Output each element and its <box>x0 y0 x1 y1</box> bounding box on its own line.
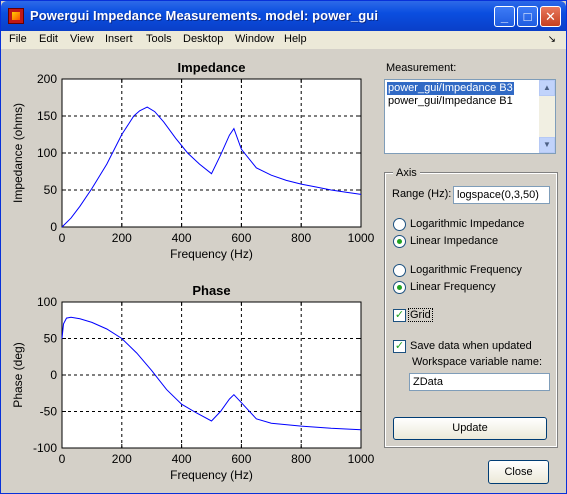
grid-checkbox[interactable]: ✓ <box>393 309 406 322</box>
measurement-item-b1[interactable]: power_gui/Impedance B1 <box>387 95 514 108</box>
menu-tools[interactable]: Tools <box>146 33 172 45</box>
measurement-item-b3[interactable]: power_gui/Impedance B3 <box>387 82 514 95</box>
phase-chart-ytick-label: -100 <box>33 441 57 455</box>
range-input[interactable]: logspace(0,3,50) <box>453 186 550 204</box>
menu-view[interactable]: View <box>70 33 94 45</box>
log-frequency-label: Logarithmic Frequency <box>410 264 522 276</box>
phase-chart-xtick-label: 200 <box>112 452 132 466</box>
close-window-button[interactable]: ✕ <box>540 6 561 27</box>
impedance-chart-ytick-label: 200 <box>37 72 57 86</box>
impedance-chart-ylabel: Impedance (ohms) <box>11 103 25 203</box>
menu-file[interactable]: File <box>9 33 27 45</box>
linear-impedance-radio[interactable] <box>393 235 406 248</box>
measurement-listbox[interactable]: power_gui/Impedance B3 power_gui/Impedan… <box>384 79 556 154</box>
phase-chart-ytick-label: 0 <box>50 368 57 382</box>
grid-label: Grid <box>408 308 433 322</box>
linear-frequency-radio[interactable] <box>393 281 406 294</box>
impedance-chart-ytick-label: 100 <box>37 146 57 160</box>
menu-window[interactable]: Window <box>235 33 274 45</box>
menu-edit[interactable]: Edit <box>39 33 58 45</box>
menu-help[interactable]: Help <box>284 33 307 45</box>
impedance-chart-xlabel: Frequency (Hz) <box>170 247 253 261</box>
workspace-variable-input[interactable]: ZData <box>409 373 550 391</box>
impedance-chart-ytick-label: 50 <box>44 183 58 197</box>
linear-frequency-label: Linear Frequency <box>410 281 496 293</box>
phase-chart-xtick-label: 400 <box>172 452 192 466</box>
log-impedance-label: Logarithmic Impedance <box>410 218 525 230</box>
update-button[interactable]: Update <box>393 417 547 440</box>
log-impedance-radio[interactable] <box>393 218 406 231</box>
axis-group-label: Axis <box>393 167 420 179</box>
phase-chart-ytick-label: 50 <box>44 332 58 346</box>
linear-impedance-label: Linear Impedance <box>410 235 499 247</box>
listbox-scrollbar[interactable]: ▲ ▼ <box>539 80 555 153</box>
workspace-variable-label: Workspace variable name: <box>412 356 543 368</box>
range-label: Range (Hz): <box>392 188 452 200</box>
scroll-down-icon[interactable]: ▼ <box>539 137 555 153</box>
save-data-checkbox[interactable]: ✓ <box>393 340 406 353</box>
title-bar[interactable]: Powergui Impedance Measurements. model: … <box>1 1 566 31</box>
phase-chart-xtick-label: 600 <box>231 452 251 466</box>
impedance-chart-xtick-label: 400 <box>172 231 192 245</box>
impedance-chart-title: Impedance <box>178 60 246 75</box>
close-button[interactable]: Close <box>488 460 549 484</box>
impedance-chart-ytick-label: 0 <box>50 220 57 234</box>
matlab-logo-icon <box>8 8 24 24</box>
measurement-label: Measurement: <box>386 62 457 74</box>
impedance-chart-xtick-label: 200 <box>112 231 132 245</box>
menu-bar: File Edit View Insert Tools Desktop Wind… <box>1 31 566 49</box>
menu-insert[interactable]: Insert <box>105 33 133 45</box>
phase-chart-ytick-label: -50 <box>40 405 58 419</box>
impedance-chart-xtick-label: 1000 <box>348 231 375 245</box>
window-title: Powergui Impedance Measurements. model: … <box>30 8 379 23</box>
dock-arrow-icon[interactable]: ↘ <box>548 34 556 45</box>
phase-chart-ytick-label: 100 <box>37 295 57 309</box>
impedance-chart-xtick-label: 600 <box>231 231 251 245</box>
matlab-figure-window: Powergui Impedance Measurements. model: … <box>0 0 567 494</box>
impedance-chart-xtick-label: 0 <box>59 231 66 245</box>
plot-area: 0 200 400 600 800 1000050100150200ImpedanceFr… <box>11 60 375 482</box>
menu-desktop[interactable]: Desktop <box>183 33 223 45</box>
log-frequency-radio[interactable] <box>393 264 406 277</box>
phase-chart-xlabel: Frequency (Hz) <box>170 468 253 482</box>
scroll-up-icon[interactable]: ▲ <box>539 80 555 96</box>
phase-chart-xtick-label: 1000 <box>348 452 375 466</box>
impedance-chart-xtick-label: 800 <box>291 231 311 245</box>
phase-chart-xtick-label: 800 <box>291 452 311 466</box>
maximize-button[interactable]: □ <box>517 6 538 27</box>
minimize-button[interactable]: _ <box>494 6 515 27</box>
phase-chart-ylabel: Phase (deg) <box>11 342 25 407</box>
save-data-label: Save data when updated <box>410 340 532 352</box>
impedance-chart-ytick-label: 150 <box>37 109 57 123</box>
phase-chart-title: Phase <box>192 283 230 298</box>
phase-chart-xtick-label: 0 <box>59 452 66 466</box>
